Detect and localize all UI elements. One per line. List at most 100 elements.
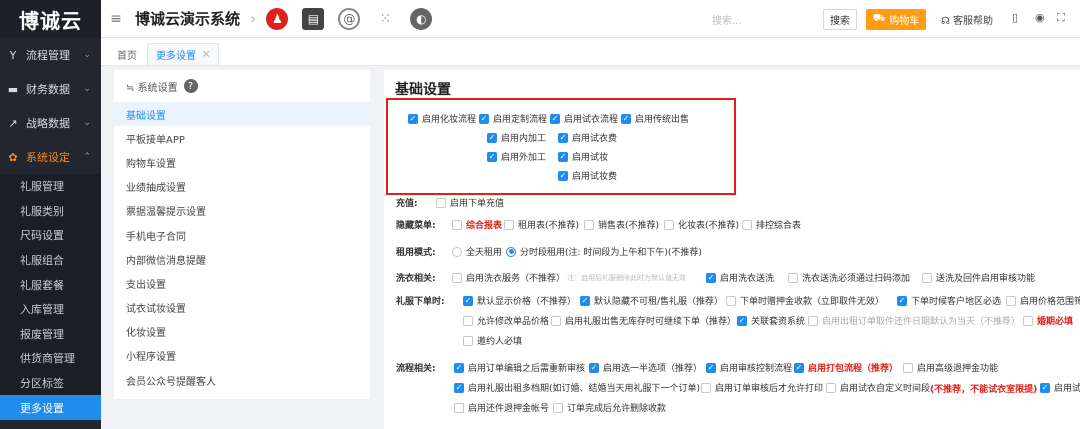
checkbox-label: 婚期必填: [1037, 317, 1074, 327]
help-link[interactable]: ☊ 客服帮助: [941, 12, 993, 27]
checkbox-hide-summary[interactable]: 综合报表: [452, 218, 502, 231]
close-icon[interactable]: ×: [202, 49, 210, 60]
flow-label: 流程相关:: [396, 364, 436, 374]
chevron-down-icon: ⌄: [83, 50, 91, 60]
sidebar-item-zone-tags[interactable]: 分区标签: [0, 370, 101, 396]
checkbox-print-after-review[interactable]: 启用订单审核后才允许打印: [701, 381, 823, 394]
checkbox-custom-flow[interactable]: ✓ 启用定制流程: [479, 112, 547, 125]
menu-toggle-icon[interactable]: ≡: [101, 11, 131, 27]
settings-item-commission[interactable]: 业绩抽成设置: [114, 175, 370, 199]
search-input[interactable]: 搜索...: [712, 12, 812, 27]
settings-item-receipt-tips[interactable]: 票据温馨提示设置: [114, 199, 370, 223]
sidebar-item-scrap[interactable]: 报废管理: [0, 321, 101, 347]
settings-item-basic[interactable]: 基础设置: [114, 102, 370, 127]
checkbox-internal-processing[interactable]: ✓ 启用内加工: [487, 131, 546, 144]
checkbox-default-today[interactable]: 启用出租订单取件还件日期默认为当天（不推荐）: [808, 314, 1020, 327]
spiral-icon[interactable]: @: [338, 7, 361, 30]
settings-item-member-reminder[interactable]: 会员公众号提醒客人: [114, 368, 370, 392]
settings-item-wechat-reminder[interactable]: 内部微信消息提醒: [114, 247, 370, 271]
checkbox-packing-flow[interactable]: ✓ 启用打包流程（推荐）: [794, 361, 898, 374]
checkbox-review-control[interactable]: ✓ 启用审核控制流程: [706, 361, 792, 374]
checkbox-traditional-sale[interactable]: ✓ 启用传统出售: [621, 112, 689, 125]
checkbox-hide-makeup-table[interactable]: 化妆表(不推荐): [664, 218, 739, 231]
sidebar-item-stock-in[interactable]: 入库管理: [0, 296, 101, 322]
checkbox-link-system[interactable]: ✓ 关联套资系统: [737, 314, 805, 327]
checkbox-region-required[interactable]: ✓ 下单时候客户地区必选: [897, 294, 1001, 307]
search-button[interactable]: 搜索: [823, 9, 857, 30]
checkbox-edit-item-price[interactable]: 允许修改单品价格: [463, 314, 549, 327]
checkbox-label: 化妆表(不推荐): [678, 221, 740, 231]
help-icon[interactable]: ?: [183, 79, 198, 93]
sidebar-item-dress-management[interactable]: 礼服管理: [0, 174, 101, 199]
checkbox-wedding-date-required[interactable]: 婚期必填: [1023, 314, 1073, 327]
checkbox-label: 启用外加工: [501, 153, 547, 163]
settings-item-expense[interactable]: 支出设置: [114, 271, 370, 295]
settings-item-miniapp[interactable]: 小程序设置: [114, 344, 370, 368]
chevron-down-icon: ⌄: [83, 84, 91, 94]
sidebar-group-process[interactable]: Y 流程管理 ⌄: [0, 38, 101, 72]
checkbox-hide-sales-table[interactable]: 销售表(不推荐): [584, 218, 659, 231]
sidebar-group-system[interactable]: ✿ 系统设定 ⌃: [0, 140, 101, 174]
settings-item-cart[interactable]: 购物车设置: [114, 150, 370, 174]
document-icon[interactable]: ▤: [302, 7, 325, 30]
checkbox-re-review[interactable]: ✓ 启用订单编辑之后需重新审核: [454, 361, 585, 374]
checkbox-multi-schedule[interactable]: ✓ 启用礼服出租多档期(如订婚、结婚当天用礼服下一个订单): [454, 381, 700, 394]
checkbox-fitting-flow[interactable]: ✓ 启用试衣流程: [550, 112, 618, 125]
checkbox-show-price[interactable]: ✓ 默认显示价格（不推荐）: [463, 294, 576, 307]
checkbox-washing-service[interactable]: 启用洗衣服务（不推荐）: [452, 271, 565, 284]
radio-time-slot[interactable]: 分时段租用(注: 时间段为上午和下午)(不推荐): [506, 245, 702, 258]
checkbox-advanced-refund[interactable]: 启用高级退押金功能: [903, 361, 998, 374]
sidebar-item-dress-category[interactable]: 礼服类别: [0, 198, 101, 224]
fullscreen-icon[interactable]: ⛶: [1057, 11, 1065, 25]
checkbox-custom-time-slot[interactable]: 启用试衣自定义时间段: [826, 381, 930, 394]
target-icon[interactable]: ◉: [1035, 11, 1045, 24]
settings-item-tablet-app[interactable]: 平板接单APP: [114, 126, 370, 150]
checkbox-price-range[interactable]: 启用价格范围筛: [1006, 294, 1080, 307]
checkbox-makeup-trial-fee[interactable]: ✓ 启用试妆费: [558, 169, 617, 182]
rent-mode-label: 租用模式:: [396, 248, 436, 258]
checkbox-washing-review[interactable]: 送洗及回件启用审核功能: [922, 271, 1035, 284]
checkbox-enable-trial[interactable]: ✓ 启用试: [1040, 381, 1080, 394]
checkbox-makeup-trial[interactable]: ✓ 启用试妆: [558, 150, 608, 163]
checkbox-label: 关联套资系统: [751, 317, 806, 327]
tab-more-settings[interactable]: 更多设置 ×: [147, 43, 220, 65]
sidebar-item-size-settings[interactable]: 尺码设置: [0, 223, 101, 248]
radio-label: 分时段租用(注: 时间段为上午和下午)(不推荐): [520, 248, 702, 258]
sidebar-item-dress-combo[interactable]: 礼服组合: [0, 247, 101, 273]
checkbox-hide-unavailable[interactable]: ✓ 默认隐藏不可租/售礼服（推荐）: [580, 294, 723, 307]
sidebar-group-finance[interactable]: ▬ 财务数据 ⌄: [0, 72, 101, 106]
apps-grid-icon[interactable]: ⁙: [374, 7, 397, 30]
checkbox-return-deposit-account[interactable]: 启用还件退押金帐号: [454, 401, 549, 414]
settings-item-e-contract[interactable]: 手机电子合同: [114, 223, 370, 247]
tab-home[interactable]: 首页: [109, 43, 145, 65]
checkbox-hide-rent-table[interactable]: 租用表(不推荐): [504, 218, 579, 231]
checkbox-deposit-on-order[interactable]: 下单时赠押金收款（立即取件无效）: [726, 294, 884, 307]
checkbox-inviter-required[interactable]: 邀约人必填: [463, 334, 522, 347]
cart-button[interactable]: ⛟ 购物车: [866, 9, 926, 30]
checkbox-icon: ✓: [558, 132, 568, 143]
checkbox-washing-send[interactable]: ✓ 启用洗衣送洗: [706, 271, 774, 284]
checkbox-icon: [1006, 295, 1016, 306]
checkbox-external-processing[interactable]: ✓ 启用外加工: [487, 150, 546, 163]
checkbox-half-option[interactable]: ✓ 启用选一半选项（推荐）: [589, 361, 702, 374]
checkbox-icon: ✓: [454, 362, 464, 373]
mobile-icon[interactable]: ▯: [1012, 11, 1018, 24]
sidebar-item-dress-package[interactable]: 礼服套餐: [0, 272, 101, 297]
sidebar-item-suppliers[interactable]: 供货商管理: [0, 346, 101, 371]
settings-item-makeup[interactable]: 化妆设置: [114, 320, 370, 344]
person-icon[interactable]: ♟: [266, 7, 289, 30]
settings-item-fitting[interactable]: 试衣试妆设置: [114, 296, 370, 320]
checkbox-makeup-flow[interactable]: ✓ 启用化妆流程: [408, 112, 476, 125]
checkbox-fitting-fee[interactable]: ✓ 启用试衣费: [558, 131, 617, 144]
brand-logo[interactable]: 博诚云: [0, 0, 101, 38]
checkbox-order-without-stock[interactable]: 启用礼服出售无库存时可继续下单（推荐）: [551, 314, 736, 327]
radio-full-day[interactable]: 全天租用: [452, 245, 502, 258]
checkbox-order-recharge[interactable]: 启用下单充值: [436, 196, 504, 209]
checkbox-label: 下单时候客户地区必选: [911, 297, 1002, 307]
sidebar-item-more-settings[interactable]: 更多设置: [0, 395, 101, 420]
compass-icon[interactable]: ◐: [410, 7, 433, 30]
checkbox-washing-scan[interactable]: 洗衣送洗必须通过扫码添加: [788, 271, 910, 284]
checkbox-hide-schedule-table[interactable]: 排控综合表: [742, 218, 801, 231]
checkbox-delete-payment[interactable]: 订单完成后允许删除收款: [553, 401, 666, 414]
sidebar-group-strategy[interactable]: ↗ 战略数据 ⌄: [0, 106, 101, 140]
